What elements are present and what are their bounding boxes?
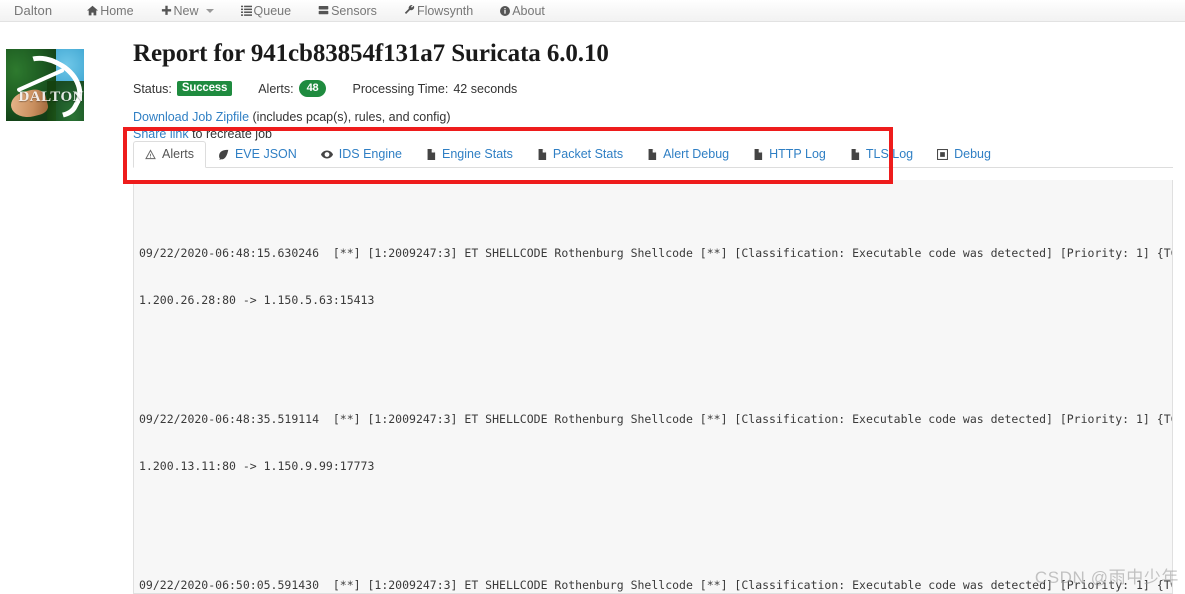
tab-label: EVE JSON [234, 147, 297, 161]
tab-label: Packet Stats [552, 147, 624, 161]
file-icon [537, 148, 547, 160]
tab-debug[interactable]: Debug [925, 141, 1003, 168]
plus-icon [161, 5, 172, 16]
window-icon [937, 148, 949, 160]
nav-label: Sensors [331, 3, 377, 18]
tab-packet-stats[interactable]: Packet Stats [525, 141, 635, 168]
tab-tls-log[interactable]: TLS Log [838, 141, 925, 168]
nav-label: About [512, 3, 545, 18]
download-job-zipfile-link[interactable]: Download Job Zipfile [133, 110, 249, 124]
status-row: Status: Success Alerts: 48 Processing Ti… [133, 80, 1173, 97]
nav-item-flowsynth[interactable]: Flowsynth [404, 4, 487, 18]
home-icon [87, 5, 99, 16]
status-label: Status: [133, 81, 172, 96]
info-circle-icon [500, 5, 511, 16]
tab-eve-json[interactable]: EVE JSON [206, 141, 309, 168]
eye-icon [320, 149, 333, 160]
top-navbar: Dalton Home New Queue Sensors Flowsynth [0, 0, 1185, 22]
processing-time-value: 42 seconds [453, 81, 518, 96]
tab-label: Debug [954, 147, 991, 161]
tab-alert-debug[interactable]: Alert Debug [635, 141, 741, 168]
nav-label: Flowsynth [416, 3, 474, 18]
log-alert-line: 09/22/2020-06:48:15.630246 [**] [1:20092… [139, 246, 1173, 260]
links-block: Download Job Zipfile (includes pcap(s), … [133, 109, 1173, 143]
log-entry: 09/22/2020-06:48:35.519114 [**] [1:20092… [139, 381, 1172, 505]
processing-time-label: Processing Time: [352, 81, 449, 96]
logo-artwork: DALTON [6, 49, 84, 121]
log-entry: 09/22/2020-06:48:15.630246 [**] [1:20092… [139, 215, 1172, 339]
tab-alerts[interactable]: Alerts [133, 141, 206, 168]
nav-item-sensors[interactable]: Sensors [318, 4, 391, 18]
list-icon [240, 5, 252, 16]
wrench-icon [404, 5, 415, 16]
nav-item-about[interactable]: About [500, 4, 559, 18]
nav-label: New [173, 3, 199, 18]
nav-label: Home [100, 3, 134, 18]
leaf-icon [218, 149, 229, 160]
file-icon [850, 148, 860, 160]
download-suffix: (includes pcap(s), rules, and config) [249, 110, 451, 124]
tab-engine-stats[interactable]: Engine Stats [414, 141, 525, 168]
alerts-log-panel[interactable]: 09/22/2020-06:48:15.630246 [**] [1:20092… [133, 180, 1173, 594]
server-icon [318, 5, 329, 16]
report-tabs: Alerts EVE JSON IDS Engine Engine Stats … [133, 139, 1173, 168]
tab-label: TLS Log [865, 147, 914, 161]
log-flow-line: 1.200.13.11:80 -> 1.150.9.99:17773 [139, 458, 375, 473]
alerts-count-badge: 48 [298, 80, 327, 97]
tab-http-log[interactable]: HTTP Log [741, 141, 838, 168]
log-flow-line: 1.200.26.28:80 -> 1.150.5.63:15413 [139, 292, 375, 307]
log-entry: 09/22/2020-06:50:05.591430 [**] [1:20092… [139, 547, 1173, 593]
status-badge: Success [176, 81, 233, 96]
nav-item-home[interactable]: Home [87, 4, 147, 18]
tab-ids-engine[interactable]: IDS Engine [309, 141, 414, 168]
tab-label: Alerts [162, 147, 194, 161]
dalton-logo-image: DALTON [5, 48, 85, 122]
tab-label: Engine Stats [442, 147, 513, 161]
tab-label: Alert Debug [663, 147, 730, 161]
logo-wordmark: DALTON [18, 89, 84, 106]
file-icon [647, 148, 657, 160]
report-header: Report for 941cb83854f131a7 Suricata 6.0… [133, 40, 1173, 143]
nav-label: Queue [253, 3, 292, 18]
warning-triangle-icon [145, 148, 156, 160]
log-alert-line: 09/22/2020-06:50:05.591430 [**] [1:20092… [139, 578, 1173, 592]
nav-item-new[interactable]: New [161, 4, 228, 18]
tab-label: IDS Engine [338, 147, 403, 161]
brand-dalton[interactable]: Dalton [0, 3, 74, 18]
tab-label: HTTP Log [769, 147, 826, 161]
log-alert-line: 09/22/2020-06:48:35.519114 [**] [1:20092… [139, 412, 1173, 426]
download-line: Download Job Zipfile (includes pcap(s), … [133, 109, 1173, 126]
file-icon [753, 148, 763, 160]
nav-item-queue[interactable]: Queue [240, 3, 306, 18]
page-title: Report for 941cb83854f131a7 Suricata 6.0… [133, 40, 609, 67]
alerts-label: Alerts: [258, 81, 294, 96]
chevron-down-icon[interactable] [205, 8, 214, 13]
file-icon [426, 148, 436, 160]
